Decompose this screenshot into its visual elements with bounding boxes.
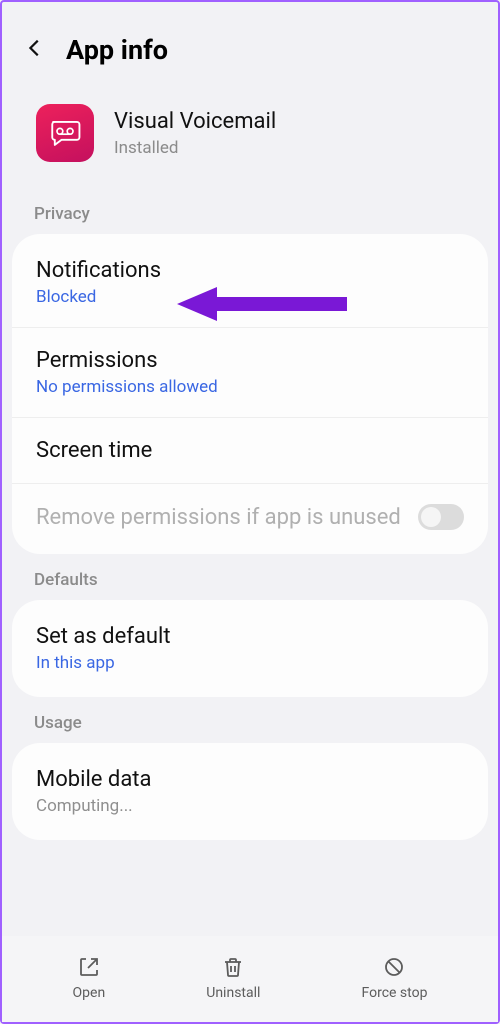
notifications-row[interactable]: Notifications Blocked (12, 238, 488, 328)
permissions-row[interactable]: Permissions No permissions allowed (12, 328, 488, 418)
usage-card: Mobile data Computing... (12, 743, 488, 840)
open-label: Open (73, 985, 106, 1001)
mobile-data-row[interactable]: Mobile data Computing... (12, 747, 488, 836)
notifications-sub: Blocked (36, 287, 464, 307)
trash-icon (221, 955, 245, 979)
screen-time-title: Screen time (36, 438, 464, 463)
section-label-defaults: Defaults (2, 554, 498, 600)
header: App info (2, 2, 498, 86)
permissions-title: Permissions (36, 348, 464, 373)
bottom-bar: Open Uninstall Force stop (2, 936, 498, 1022)
force-stop-button[interactable]: Force stop (362, 955, 428, 1001)
force-stop-label: Force stop (362, 985, 428, 1001)
remove-permissions-title: Remove permissions if app is unused (36, 505, 401, 530)
app-icon (36, 104, 94, 162)
app-status: Installed (114, 138, 276, 158)
mobile-data-sub: Computing... (36, 796, 464, 816)
app-name-block: Visual Voicemail Installed (114, 109, 276, 158)
back-button[interactable] (24, 37, 46, 63)
notifications-title: Notifications (36, 258, 464, 283)
chevron-left-icon (24, 37, 46, 59)
remove-permissions-toggle[interactable] (418, 504, 464, 530)
open-external-icon (77, 955, 101, 979)
set-default-title: Set as default (36, 624, 464, 649)
app-name: Visual Voicemail (114, 109, 276, 134)
privacy-card: Notifications Blocked Permissions No per… (12, 234, 488, 554)
section-label-usage: Usage (2, 697, 498, 743)
uninstall-button[interactable]: Uninstall (206, 955, 260, 1001)
voicemail-chat-icon (48, 116, 82, 150)
screen-time-row[interactable]: Screen time (12, 418, 488, 484)
page-title: App info (66, 34, 168, 66)
open-button[interactable]: Open (73, 955, 106, 1001)
set-default-row[interactable]: Set as default In this app (12, 604, 488, 693)
remove-permissions-row[interactable]: Remove permissions if app is unused (12, 484, 488, 550)
section-label-privacy: Privacy (2, 188, 498, 234)
uninstall-label: Uninstall (206, 985, 260, 1001)
app-header: Visual Voicemail Installed (2, 86, 498, 188)
set-default-sub: In this app (36, 653, 464, 673)
defaults-card: Set as default In this app (12, 600, 488, 697)
mobile-data-title: Mobile data (36, 767, 464, 792)
forbidden-icon (382, 955, 406, 979)
permissions-sub: No permissions allowed (36, 377, 464, 397)
